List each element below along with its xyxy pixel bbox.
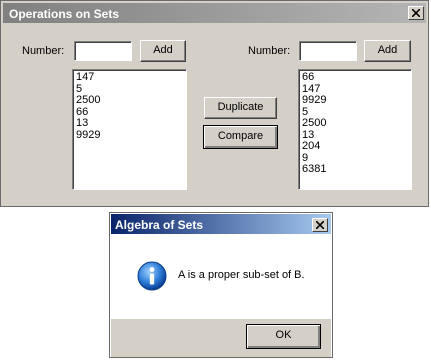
right-number-label: Number:	[248, 45, 291, 57]
left-number-label: Number:	[22, 45, 65, 57]
main-close-button[interactable]	[408, 6, 424, 20]
close-icon	[316, 221, 324, 229]
dialog-close-button[interactable]	[312, 218, 328, 232]
list-item[interactable]: 147	[76, 71, 183, 84]
right-number-input[interactable]	[299, 41, 357, 61]
compare-button[interactable]: Compare	[203, 125, 278, 149]
algebra-dialog: Algebra of Sets A is a proper sub-set of…	[109, 212, 333, 358]
right-set-listbox[interactable]: 66 147 9929 5 2500 13 204 9 6381	[298, 69, 412, 190]
dialog-title: Algebra of Sets	[115, 218, 204, 232]
information-icon	[137, 261, 167, 291]
list-item[interactable]: 6381	[302, 163, 408, 176]
list-item[interactable]: 13	[76, 117, 183, 130]
list-item[interactable]: 66	[76, 106, 183, 119]
list-item[interactable]: 66	[302, 71, 408, 84]
right-add-button[interactable]: Add	[364, 40, 411, 62]
close-icon	[412, 9, 420, 17]
operations-window: Operations on Sets Number: Add 147 5 2500 6…	[0, 0, 429, 207]
left-add-button[interactable]: Add	[140, 40, 186, 62]
list-item[interactable]: 2500	[302, 117, 408, 130]
dialog-title-bar[interactable]: Algebra of Sets	[111, 214, 331, 234]
list-item[interactable]: 9929	[76, 129, 183, 142]
ok-button[interactable]: OK	[246, 324, 321, 349]
duplicate-button[interactable]: Duplicate	[204, 97, 277, 119]
list-item[interactable]: 2500	[76, 94, 183, 107]
left-number-input[interactable]	[74, 41, 132, 61]
list-item[interactable]: 9929	[302, 94, 408, 107]
left-set-listbox[interactable]: 147 5 2500 66 13 9929	[72, 69, 187, 190]
list-item[interactable]: 204	[302, 140, 408, 153]
main-window-title: Operations on Sets	[9, 7, 120, 21]
dialog-message: A is a proper sub-set of B.	[178, 269, 305, 281]
main-title-bar[interactable]: Operations on Sets	[3, 3, 426, 23]
